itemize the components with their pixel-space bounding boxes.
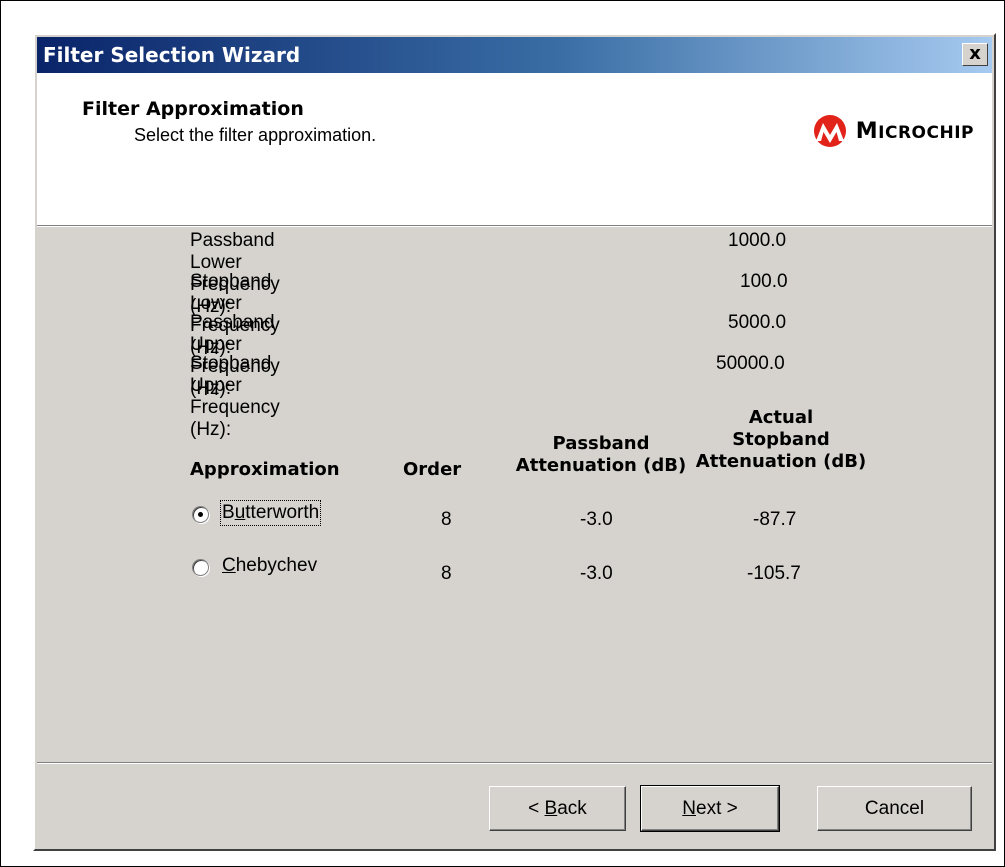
passband-attenuation-header: Passband Attenuation (dB) [510, 433, 692, 477]
butterworth-radio[interactable] [192, 506, 209, 523]
footer-separator-highlight [37, 763, 992, 764]
close-button[interactable]: x [962, 43, 988, 66]
stopband-attenuation-header: Actual Stopband Attenuation (dB) [687, 407, 875, 473]
chebychev-passband: -3.0 [580, 563, 613, 584]
butterworth-label[interactable]: Butterworth [219, 500, 322, 526]
wizard-header: Filter Approximation Select the filter a… [37, 73, 992, 227]
stopband-lower-value: 100.0 [740, 271, 788, 292]
chebychev-stopband: -105.7 [747, 563, 801, 584]
filter-selection-wizard-dialog: Filter Selection Wizard x Filter Approxi… [33, 33, 996, 851]
microchip-logo: MICROCHIP [810, 111, 974, 151]
butterworth-passband: -3.0 [580, 509, 613, 530]
back-button[interactable]: < Back [489, 786, 626, 831]
close-icon: x [969, 43, 981, 64]
stopband-header-line: Attenuation (dB) [695, 451, 867, 472]
butterworth-stopband: -87.7 [753, 509, 797, 530]
radio-selected-dot [198, 512, 203, 517]
passband-upper-value: 5000.0 [728, 312, 787, 333]
stopband-upper-value: 50000.0 [716, 353, 785, 374]
order-header: Order [403, 459, 462, 480]
stopband-header-line: Stopband [732, 429, 830, 450]
approximation-header: Approximation [190, 459, 340, 480]
microchip-logo-icon [813, 115, 846, 147]
butterworth-order: 8 [441, 509, 452, 530]
cancel-button[interactable]: Cancel [817, 786, 972, 831]
passband-lower-value: 1000.0 [728, 230, 787, 251]
page-title: Filter Approximation [82, 98, 304, 120]
page-subtitle: Select the filter approximation. [134, 125, 377, 145]
chebychev-radio[interactable] [192, 559, 209, 576]
title-bar[interactable]: Filter Selection Wizard x [37, 37, 992, 73]
stopband-header-line: Actual [748, 407, 814, 428]
next-button[interactable]: Next > [640, 785, 780, 832]
passband-header-line: Passband [552, 433, 650, 454]
window-title: Filter Selection Wizard [43, 43, 301, 67]
chebychev-label[interactable]: Chebychev [222, 555, 317, 577]
microchip-logo-text: MICROCHIP [855, 118, 974, 144]
passband-header-line: Attenuation (dB) [515, 455, 687, 476]
chebychev-order: 8 [441, 563, 452, 584]
stopband-upper-label: Stopband Upper Frequency (Hz): [190, 353, 280, 440]
